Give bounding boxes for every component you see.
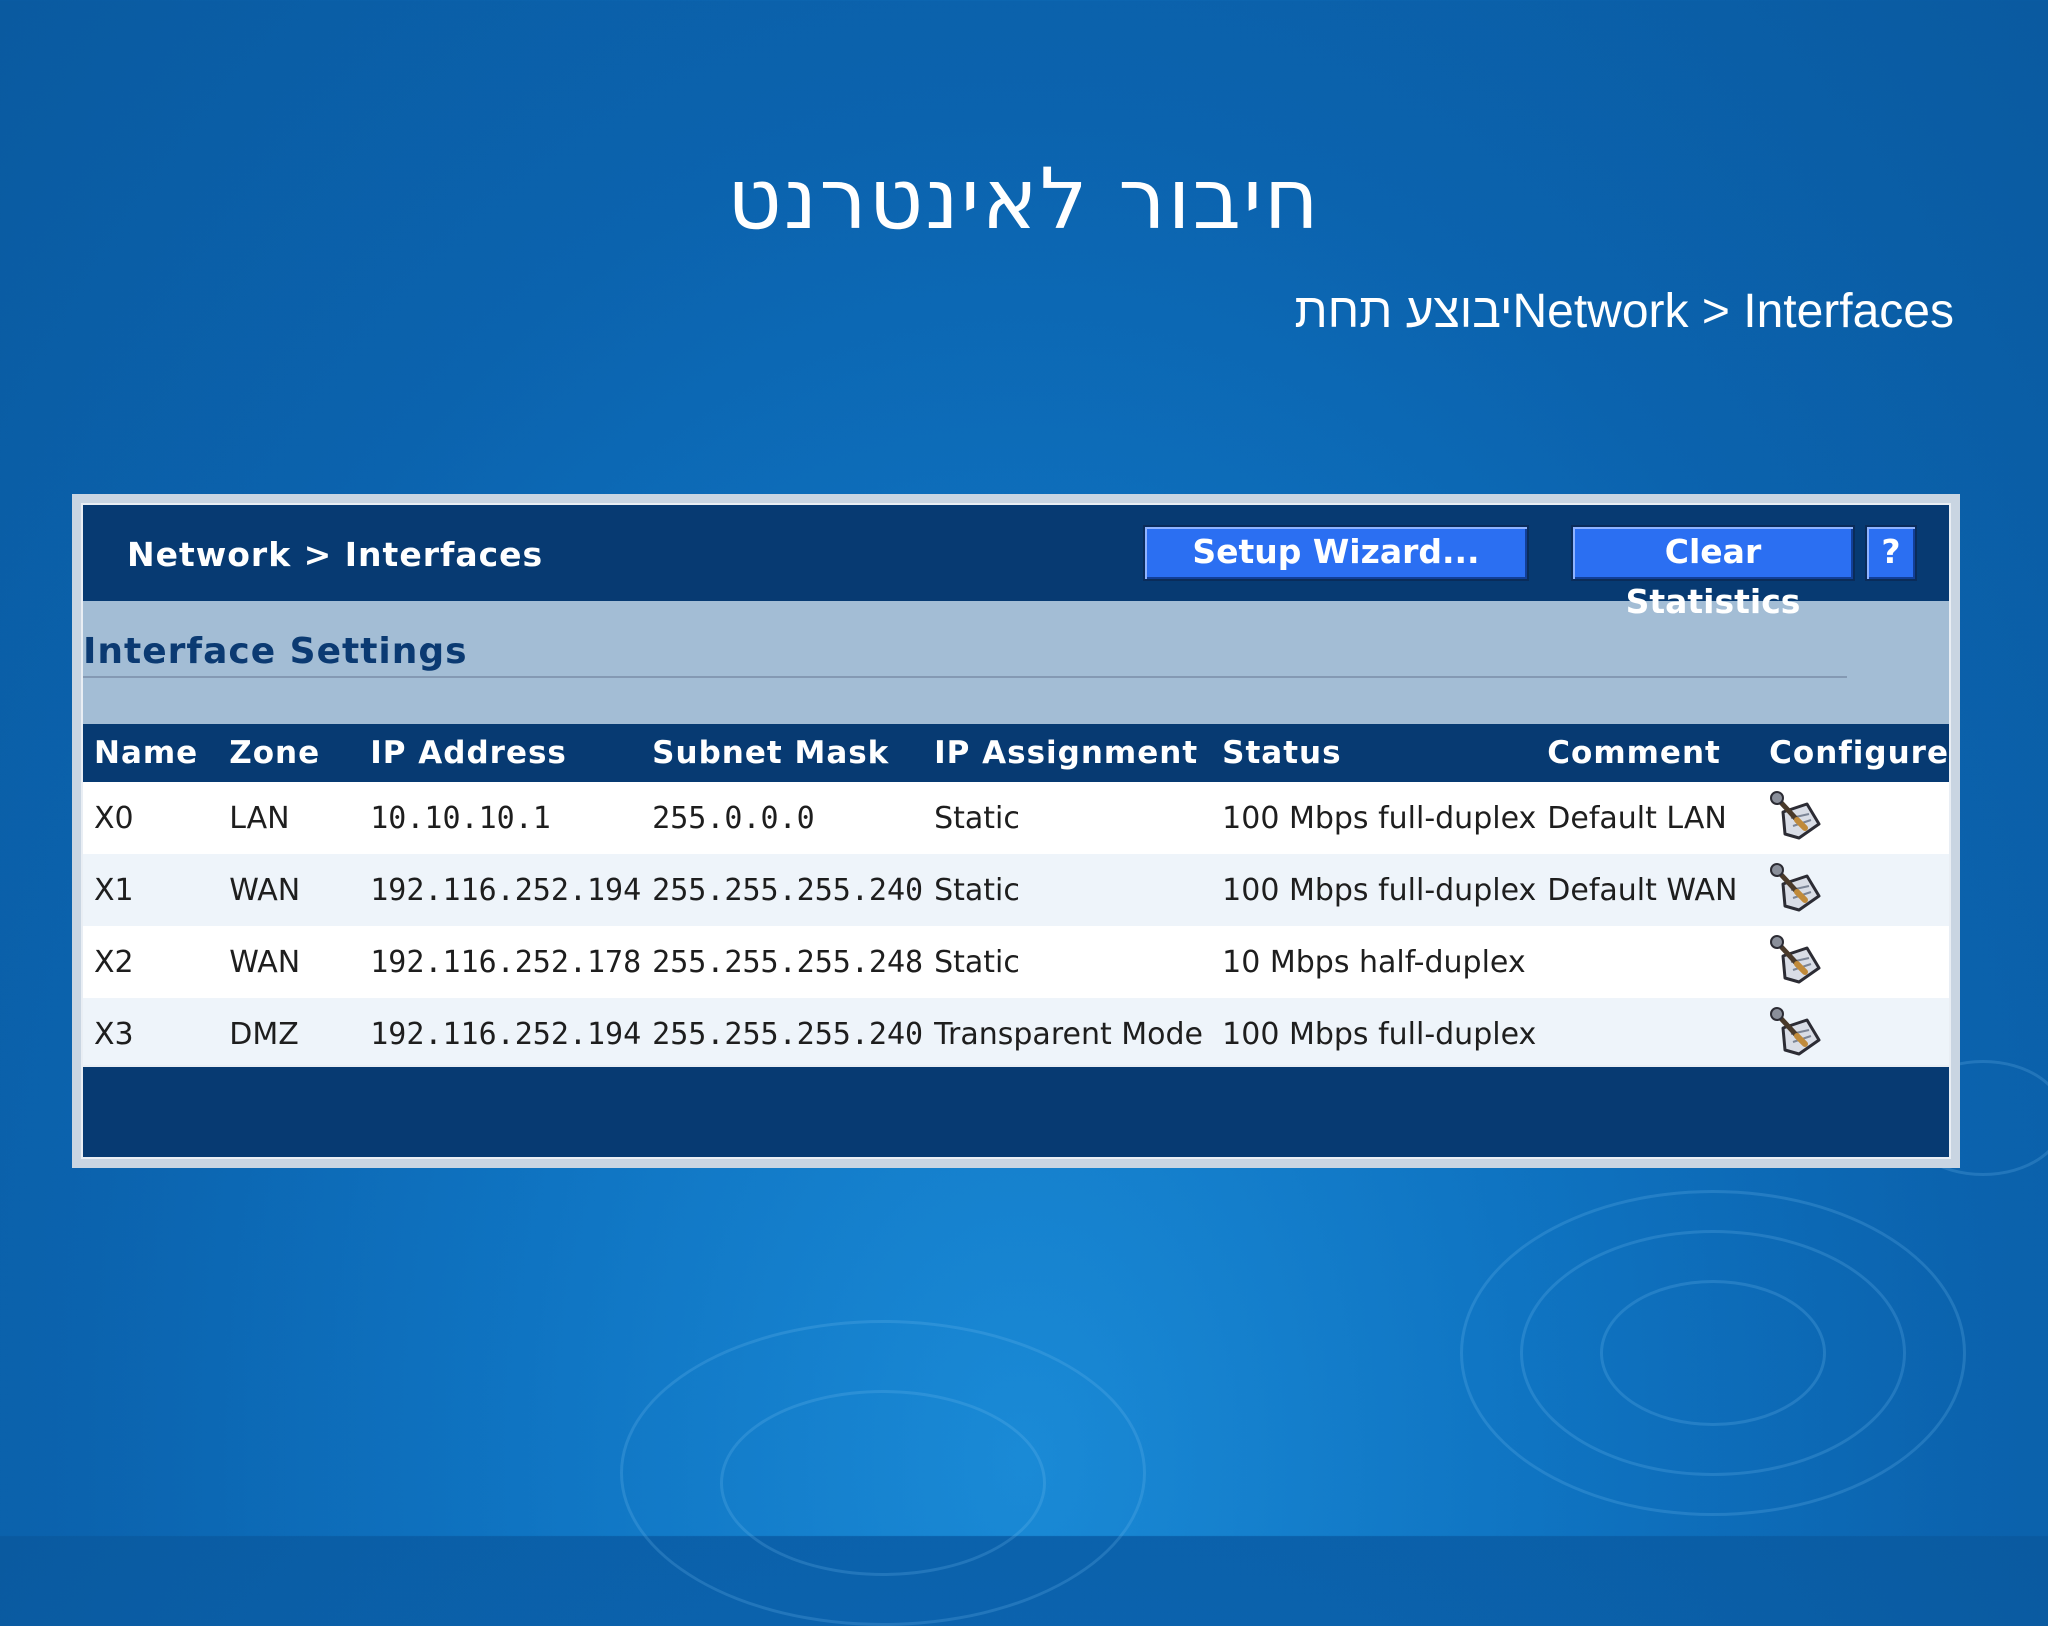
- cell-comment: [1536, 926, 1758, 998]
- cell-name: X3: [94, 1016, 134, 1052]
- cell-ip-address: 192.116.252.194: [370, 1016, 642, 1052]
- table-row: X2 WAN 192.116.252.178 255.255.255.248 S…: [83, 926, 1949, 998]
- cell-ip-address: 192.116.252.178: [370, 944, 642, 980]
- cell-status: 10 Mbps half-duplex: [1222, 944, 1526, 980]
- cell-comment: [1536, 998, 1758, 1070]
- cell-zone: WAN: [229, 944, 301, 980]
- cell-ip-assignment: Static: [934, 800, 1020, 836]
- cell-status: 100 Mbps full-duplex: [1222, 1016, 1537, 1052]
- interfaces-panel: Network > Interfaces Setup Wizard... Cle…: [72, 494, 1960, 1168]
- cell-ip-address: 10.10.10.1: [370, 800, 551, 836]
- clear-statistics-button[interactable]: Clear Statistics: [1571, 525, 1855, 621]
- configure-icon[interactable]: [1769, 862, 1825, 918]
- cell-comment: Default LAN: [1547, 800, 1727, 836]
- setup-wizard-button[interactable]: Setup Wizard...: [1143, 525, 1529, 581]
- cell-zone: LAN: [229, 800, 290, 836]
- column-header-zone[interactable]: Zone: [218, 724, 359, 782]
- cell-status: 100 Mbps full-duplex: [1222, 872, 1537, 908]
- column-header-status[interactable]: Status: [1211, 724, 1536, 782]
- cell-ip-address: 192.116.252.194: [370, 872, 642, 908]
- help-button[interactable]: ?: [1865, 525, 1917, 581]
- cell-name: X2: [94, 944, 134, 980]
- cell-name: X0: [94, 800, 134, 836]
- cell-configure: [1758, 998, 1949, 1070]
- column-header-comment[interactable]: Comment: [1536, 724, 1758, 782]
- column-header-ip-assignment[interactable]: IP Assignment: [923, 724, 1211, 782]
- cell-subnet-mask: 255.255.255.240: [652, 872, 924, 908]
- cell-subnet-mask: 255.255.255.248: [652, 944, 924, 980]
- page-footer-bar: [83, 1065, 1949, 1157]
- cell-ip-assignment: Static: [934, 872, 1020, 908]
- slide-title: חיבור לאינטרנט: [727, 150, 1321, 248]
- table-header-row: Name Zone IP Address Subnet Mask IP Assi…: [83, 724, 1949, 782]
- table-row: X1 WAN 192.116.252.194 255.255.255.240 S…: [83, 854, 1949, 926]
- cell-subnet-mask: 255.0.0.0: [652, 800, 815, 836]
- configure-icon[interactable]: [1769, 934, 1825, 990]
- cell-status: 100 Mbps full-duplex: [1222, 800, 1537, 836]
- column-header-subnet-mask[interactable]: Subnet Mask: [641, 724, 923, 782]
- section-title: Interface Settings: [83, 631, 468, 672]
- cell-zone: WAN: [229, 872, 301, 908]
- section-divider: [83, 676, 1847, 678]
- cell-configure: [1758, 854, 1949, 926]
- page-header-bar: Network > Interfaces Setup Wizard... Cle…: [83, 505, 1949, 621]
- column-header-name[interactable]: Name: [83, 724, 218, 782]
- background-ripple: [720, 1390, 1046, 1576]
- cell-configure: [1758, 926, 1949, 998]
- cell-zone: DMZ: [229, 1016, 299, 1052]
- breadcrumb: Network > Interfaces: [127, 535, 544, 574]
- interfaces-panel-body: Network > Interfaces Setup Wizard... Cle…: [81, 503, 1951, 1159]
- configure-icon[interactable]: [1769, 790, 1825, 846]
- cell-name: X1: [94, 872, 134, 908]
- configure-icon[interactable]: [1769, 1006, 1825, 1062]
- background-ripple: [1600, 1280, 1826, 1426]
- table-row: X3 DMZ 192.116.252.194 255.255.255.240 T…: [83, 998, 1949, 1070]
- column-header-configure: Configure: [1769, 735, 1949, 771]
- cell-configure: [1758, 782, 1949, 854]
- cell-ip-assignment: Static: [934, 944, 1020, 980]
- cell-ip-assignment: Transparent Mode: [934, 1016, 1203, 1052]
- interfaces-table: Name Zone IP Address Subnet Mask IP Assi…: [83, 724, 1949, 1070]
- cell-subnet-mask: 255.255.255.240: [652, 1016, 924, 1052]
- table-row: X0 LAN 10.10.10.1 255.0.0.0 Static 100 M…: [83, 782, 1949, 854]
- column-header-ip-address[interactable]: IP Address: [359, 724, 641, 782]
- slide-subtitle: יבוצע תחתNetwork > Interfaces: [1294, 285, 1954, 338]
- cell-comment: Default WAN: [1547, 872, 1738, 908]
